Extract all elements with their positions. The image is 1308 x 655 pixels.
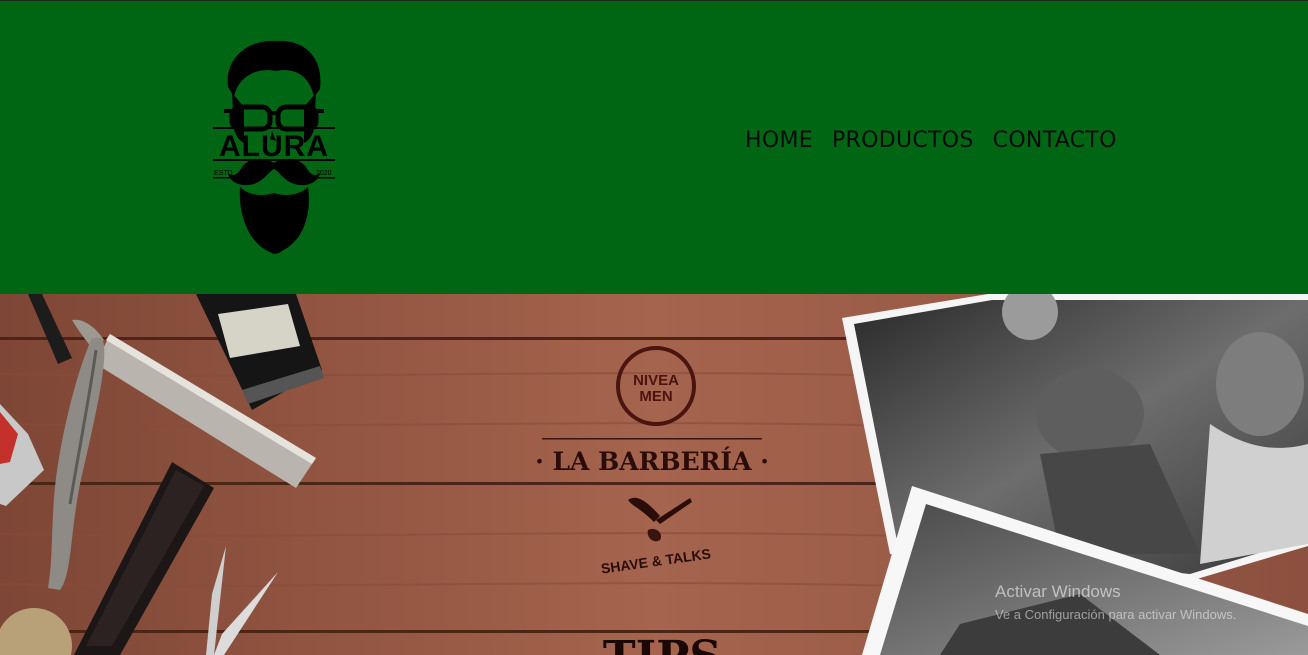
main-nav: HOME PRODUCTOS CONTACTO bbox=[745, 128, 1117, 153]
svg-text:2020: 2020 bbox=[316, 170, 332, 177]
site-header: ALURA ESTD 2020 HOME PRODUCTOS CONTACTO bbox=[0, 1, 1308, 294]
svg-text:MEN: MEN bbox=[639, 388, 672, 405]
windows-activation-subtitle: Ve a Configuración para activar Windows. bbox=[995, 607, 1237, 622]
alura-logo[interactable]: ALURA ESTD 2020 bbox=[210, 37, 338, 257]
svg-text:NIVEA: NIVEA bbox=[633, 372, 679, 389]
hero-bottom-text: TIPS bbox=[603, 632, 721, 655]
nav-contacto[interactable]: CONTACTO bbox=[993, 128, 1117, 153]
nav-productos[interactable]: PRODUCTOS bbox=[832, 128, 974, 153]
nav-home[interactable]: HOME bbox=[745, 128, 813, 153]
svg-text:ESTD: ESTD bbox=[214, 170, 233, 177]
hero-title: · LA BARBERÍA · bbox=[535, 447, 769, 476]
brand-name: ALURA bbox=[219, 130, 329, 163]
beard-shape bbox=[239, 187, 309, 254]
hair-shape bbox=[227, 40, 321, 97]
windows-activation-title: Activar Windows bbox=[995, 582, 1121, 601]
